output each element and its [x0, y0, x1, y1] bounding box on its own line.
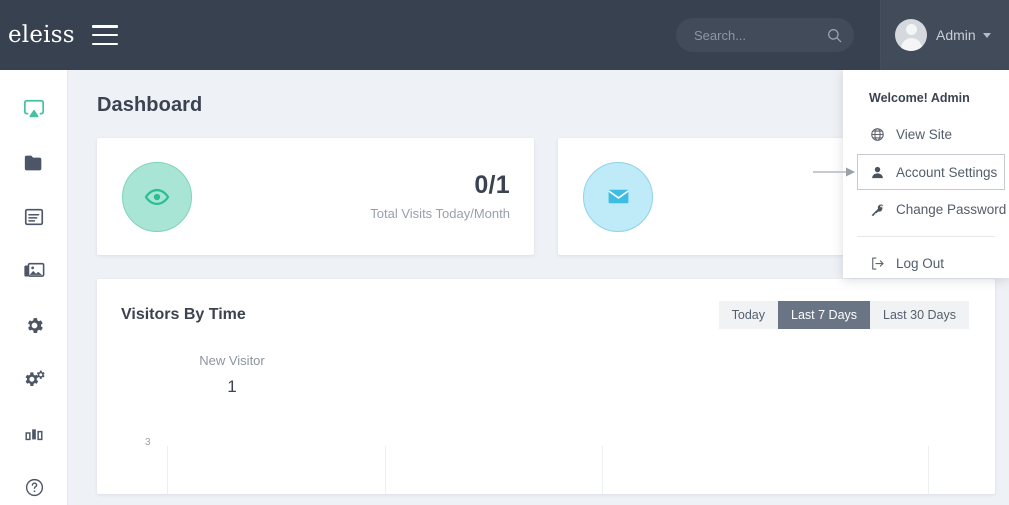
- folder-icon: [24, 155, 42, 171]
- dropdown-welcome-label: Welcome! Admin: [869, 91, 970, 105]
- app-root: eleiss Admin: [0, 0, 1009, 505]
- gridline: [928, 446, 929, 494]
- gridline: [167, 446, 168, 494]
- dropdown-item-label: Account Settings: [896, 164, 998, 180]
- sidebar-item-reports[interactable]: [0, 406, 68, 460]
- question-circle-icon: [25, 478, 43, 496]
- stat-card-visits[interactable]: 0/1 Total Visits Today/Month: [97, 138, 534, 255]
- bar-chart-icon: [25, 429, 43, 441]
- gridline: [385, 446, 386, 494]
- airplay-screen-icon: [23, 99, 45, 118]
- left-sidebar: [0, 70, 68, 505]
- gear-icon: [27, 317, 43, 333]
- chevron-down-icon: [982, 32, 991, 38]
- top-header: eleiss Admin: [0, 0, 1009, 70]
- user-name-label: Admin: [936, 27, 976, 43]
- legend-series-name: New Visitor: [199, 353, 265, 368]
- stat-label: Total Visits Today/Month: [370, 206, 510, 222]
- chart-legend: New Visitor 1: [97, 353, 367, 397]
- sidebar-item-media[interactable]: [0, 244, 68, 298]
- pointer-arrow-icon: [813, 167, 855, 177]
- eye-icon: [144, 188, 170, 205]
- app-logo: eleiss: [8, 22, 75, 48]
- chart-title: Visitors By Time: [121, 306, 246, 323]
- avatar: [895, 19, 927, 51]
- sidebar-item-help[interactable]: [0, 460, 68, 505]
- search-icon[interactable]: [824, 25, 844, 45]
- sidebar-item-pages[interactable]: [0, 190, 68, 244]
- search-container: [676, 18, 854, 52]
- dropdown-item-change-password[interactable]: Change Password: [843, 192, 1009, 227]
- dropdown-item-account-settings[interactable]: Account Settings: [857, 154, 1005, 190]
- y-axis-tick-3: 3: [145, 437, 151, 448]
- logout-icon: [869, 256, 886, 271]
- toggle-last-30-days[interactable]: Last 30 Days: [870, 301, 969, 329]
- dropdown-item-label: Change Password: [896, 202, 1007, 217]
- toggle-today[interactable]: Today: [718, 301, 779, 329]
- sidebar-item-configuration[interactable]: [0, 352, 68, 406]
- hamburger-bar: [92, 42, 118, 45]
- dropdown-divider: [857, 236, 995, 237]
- dropdown-item-label: Log Out: [896, 256, 945, 271]
- stat-card-texts: 0/1 Total Visits Today/Month: [192, 170, 510, 222]
- visitors-chart-panel: Visitors By Time Today Last 7 Days Last …: [97, 279, 995, 494]
- user-menu-button[interactable]: Admin: [880, 0, 1009, 70]
- dropdown-item-view-site[interactable]: View Site: [843, 117, 1009, 152]
- dropdown-item-log-out[interactable]: Log Out: [843, 246, 1009, 281]
- chart-header: Visitors By Time Today Last 7 Days Last …: [97, 279, 995, 329]
- sidebar-item-dashboard[interactable]: [0, 82, 68, 136]
- sidebar-item-settings[interactable]: [0, 298, 68, 352]
- stat-icon-circle: [122, 161, 192, 232]
- gears-icon: [25, 370, 45, 386]
- chart-plot-area: 3: [97, 437, 995, 494]
- globe-icon: [869, 127, 886, 142]
- legend-series-value: 1: [227, 377, 237, 396]
- toggle-last-7-days[interactable]: Last 7 Days: [778, 301, 871, 329]
- hamburger-icon[interactable]: [92, 25, 118, 45]
- hamburger-bar: [92, 33, 118, 37]
- gridline: [602, 446, 603, 494]
- user-icon: [869, 165, 886, 180]
- dropdown-item-label: View Site: [896, 127, 953, 142]
- hamburger-bar: [92, 25, 118, 28]
- user-dropdown-menu: Welcome! Admin View Site Account Setting…: [843, 70, 1009, 278]
- key-icon: [869, 202, 886, 217]
- range-toggle-group: Today Last 7 Days Last 30 Days: [718, 301, 969, 329]
- sidebar-item-files[interactable]: [0, 136, 68, 190]
- images-icon: [24, 262, 45, 277]
- clipboard-list-icon: [24, 208, 44, 226]
- logo-area[interactable]: eleiss: [0, 0, 75, 70]
- stat-value: 0/1: [474, 170, 510, 199]
- envelope-icon: [607, 189, 629, 204]
- stat-icon-circle: [583, 161, 653, 232]
